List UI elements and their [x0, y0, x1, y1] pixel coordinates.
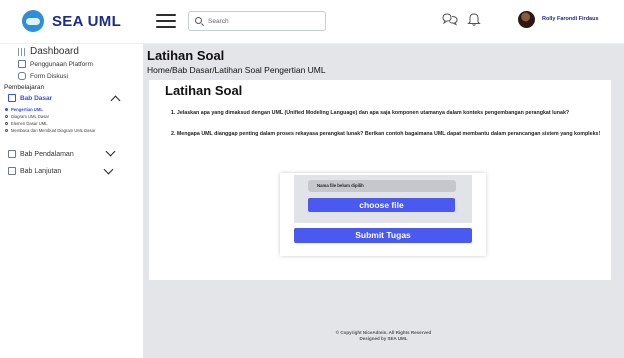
exercise-card: Latihan Soal 1. Jelaskan apa yang dimaks… [149, 80, 611, 280]
sidebar-item-label: Dashboard [30, 46, 79, 57]
bullet-icon [5, 107, 8, 111]
book-icon [8, 167, 16, 175]
sidebar-subitem-label: Diagram UML Dasar [11, 114, 50, 119]
sidebar-subitem-pengertian-uml[interactable]: Pengertian UML [5, 107, 43, 112]
brand-name[interactable]: SEA UML [52, 13, 121, 30]
sidebar-subitem-label: Elemen Dasar UML [11, 121, 48, 126]
sidebar-item-bab-dasar[interactable]: Bab Dasar [8, 94, 52, 102]
chevron-down-icon[interactable] [103, 164, 114, 175]
sidebar-item-dashboard[interactable]: Dashboard [18, 46, 79, 57]
logo-icon[interactable] [22, 10, 44, 32]
designed-by-text: Designed by SEA UML [359, 336, 408, 341]
dashboard-icon [18, 47, 26, 56]
book-icon [8, 94, 16, 102]
platform-icon [18, 60, 26, 68]
sidebar-subitem-label: Membaca dan Membuat Diagram UML Dasar [11, 128, 96, 133]
sidebar-item-label: Bab Lanjutan [20, 167, 62, 175]
sidebar-item-penggunaan-platform[interactable]: Penggunaan Platform [18, 60, 93, 68]
sidebar: Dashboard Penggunaan Platform Form Disku… [0, 44, 135, 358]
file-picker: Nama file belum dipilih choose file [294, 175, 472, 223]
sidebar-item-label: Bab Dasar [20, 94, 53, 102]
submit-button[interactable]: Submit Tugas [294, 228, 472, 243]
sidebar-item-label: Form Diskusi [30, 72, 68, 80]
search-icon [195, 17, 202, 24]
menu-toggle-icon[interactable] [156, 14, 176, 28]
page-title: Latihan Soal [147, 48, 225, 63]
sidebar-subitem-label: Pengertian UML [11, 107, 43, 112]
sidebar-subitem-elemen-dasar-uml[interactable]: Elemen Dasar UML [5, 121, 48, 126]
file-name-field[interactable]: Nama file belum dipilih [308, 180, 456, 192]
bell-icon[interactable] [467, 11, 481, 27]
top-navbar: SEA UML Rolly Farondi Firdaus [0, 0, 624, 44]
sidebar-item-form-diskusi[interactable]: Form Diskusi [18, 72, 68, 80]
search-input[interactable] [188, 11, 326, 31]
chevron-down-icon[interactable] [105, 146, 116, 157]
sidebar-item-bab-pendalaman[interactable]: Bab Pendalaman [8, 150, 74, 158]
sidebar-item-label: Bab Pendalaman [20, 150, 74, 158]
chat-icon[interactable] [441, 12, 459, 26]
discussion-icon [18, 72, 26, 80]
card-title: Latihan Soal [165, 83, 243, 98]
footer: © Copyright NiceAdmin. All Rights Reserv… [143, 330, 624, 342]
sidebar-item-bab-lanjutan[interactable]: Bab Lanjutan [8, 167, 61, 175]
sidebar-subitem-membaca-membuat-diagram[interactable]: Membaca dan Membuat Diagram UML Dasar [5, 128, 125, 133]
book-icon [8, 150, 16, 158]
upload-panel: Nama file belum dipilih choose file Subm… [280, 173, 486, 256]
username[interactable]: Rolly Farondi Firdaus [542, 16, 599, 22]
breadcrumb: Home/Bab Dasar/Latihan Soal Pengertian U… [147, 65, 326, 75]
sidebar-section-title: Pembelajaran [4, 84, 45, 91]
main-content: Latihan Soal Home/Bab Dasar/Latihan Soal… [143, 44, 624, 358]
chevron-up-icon[interactable] [110, 95, 121, 106]
choose-file-button[interactable]: choose file [308, 198, 455, 212]
bullet-icon [5, 128, 8, 132]
sidebar-item-label: Penggunaan Platform [30, 60, 93, 68]
question-item: 2. Mengapa UML dianggap penting dalam pr… [171, 131, 601, 137]
avatar[interactable] [518, 11, 535, 28]
question-item: 1. Jelaskan apa yang dimaksud dengan UML… [171, 110, 570, 116]
sidebar-subitem-diagram-uml-dasar[interactable]: Diagram UML Dasar [5, 114, 49, 119]
bullet-icon [5, 121, 8, 125]
bullet-icon [5, 114, 8, 118]
